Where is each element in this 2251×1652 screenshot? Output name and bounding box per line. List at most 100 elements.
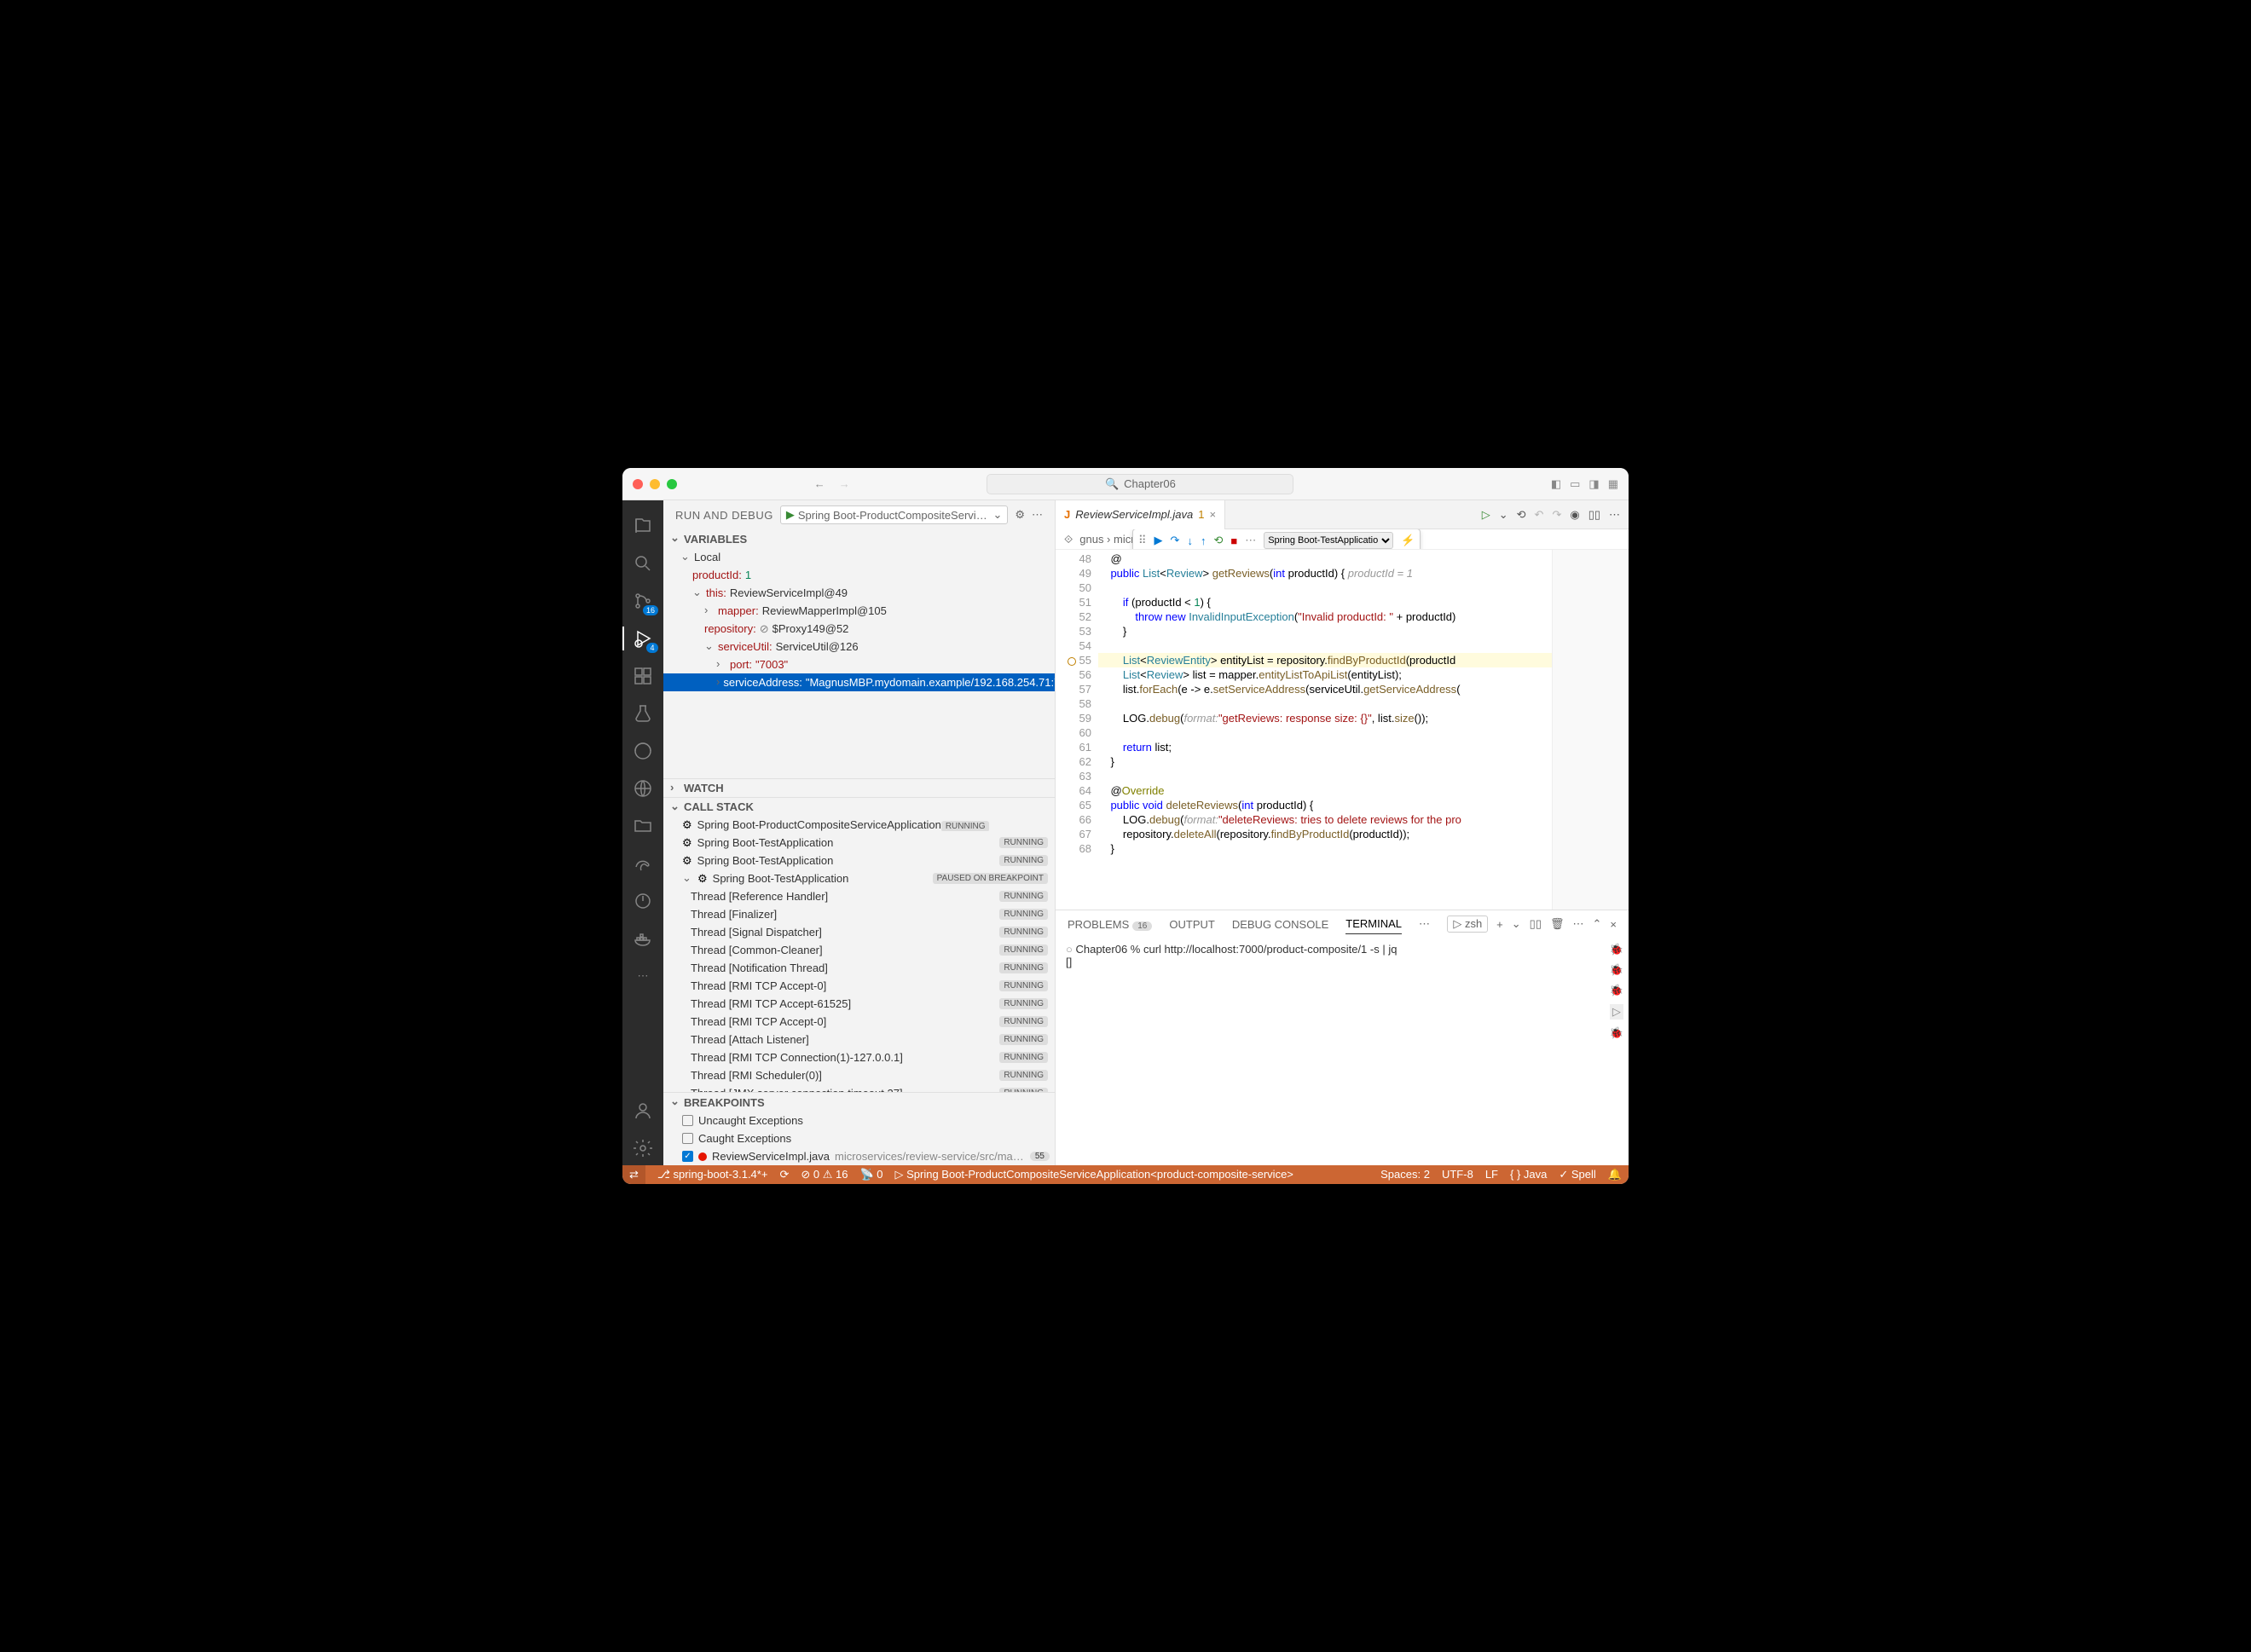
callstack-row[interactable]: Thread [JMX server connection timeout 27… — [663, 1084, 1055, 1092]
breakpoints-section-header[interactable]: ⌄BREAKPOINTS — [663, 1093, 1055, 1112]
var-this[interactable]: ⌄this: ReviewServiceImpl@49 — [663, 584, 1055, 602]
var-port[interactable]: ›port: "7003" — [663, 656, 1055, 673]
debug-alt-icon[interactable]: ⟲ — [1517, 508, 1526, 522]
spell-check[interactable]: ✓ Spell — [1559, 1168, 1595, 1181]
more-icon[interactable]: ⋯ — [1573, 917, 1584, 931]
minimize-window[interactable] — [650, 479, 660, 489]
encoding-indicator[interactable]: UTF-8 — [1442, 1168, 1473, 1181]
nav-forward[interactable]: → — [834, 475, 855, 493]
folder-tab[interactable] — [622, 809, 663, 843]
terminal-profile[interactable]: ▷ zsh — [1447, 916, 1488, 933]
debug-status[interactable]: ▷ Spring Boot-ProductCompositeServiceApp… — [895, 1168, 1293, 1181]
layout-panel-icon[interactable]: ▭ — [1570, 477, 1580, 491]
watch-section-header[interactable]: ›WATCH — [663, 778, 1055, 797]
run-debug-tab[interactable]: 4 — [622, 621, 663, 656]
settings-gear-icon[interactable] — [622, 1131, 663, 1165]
callstack-row[interactable]: Thread [Finalizer]RUNNING — [663, 905, 1055, 923]
git-branch[interactable]: ⎇ spring-boot-3.1.4*+ — [657, 1168, 768, 1181]
tab-terminal[interactable]: TERMINAL — [1345, 914, 1402, 934]
nav-back[interactable]: ← — [809, 475, 830, 493]
restart-icon[interactable]: ⟲ — [1213, 534, 1223, 547]
close-tab-icon[interactable]: × — [1209, 508, 1216, 521]
java-icon[interactable]: ◉ — [1570, 508, 1579, 522]
more-icon[interactable]: ⋯ — [1419, 917, 1430, 931]
checkbox-off[interactable] — [682, 1115, 693, 1126]
go-forward-icon[interactable]: ↷ — [1552, 508, 1561, 522]
bp-caught[interactable]: Caught Exceptions — [663, 1129, 1055, 1147]
callstack-row[interactable]: Thread [RMI TCP Connection(1)-127.0.0.1]… — [663, 1048, 1055, 1066]
start-debug-icon[interactable]: ▶ — [786, 508, 795, 522]
callstack-row[interactable]: Thread [RMI TCP Accept-0]RUNNING — [663, 977, 1055, 995]
kill-terminal-icon[interactable]: 🗑 — [1550, 917, 1565, 931]
var-productId[interactable]: productId: 1 — [663, 566, 1055, 584]
var-serviceAddress[interactable]: ›serviceAddress: "MagnusMBP.mydomain.exa… — [663, 673, 1055, 691]
tab-debug-console[interactable]: DEBUG CONSOLE — [1232, 915, 1328, 934]
accounts-icon[interactable] — [622, 1094, 663, 1128]
callstack-row[interactable]: Thread [Common-Cleaner]RUNNING — [663, 941, 1055, 959]
callstack-row[interactable]: ⚙ Spring Boot-ProductCompositeServiceApp… — [663, 816, 1055, 834]
close-window[interactable] — [633, 479, 643, 489]
source-control-tab[interactable]: 16 — [622, 584, 663, 618]
power-icon[interactable] — [622, 884, 663, 918]
breadcrumb[interactable]: ⟐ gnus › microse ⠿ ▶ ↷ ↓ ↑ ⟲ ■ ⋯ Spring … — [1056, 529, 1629, 550]
launch-config-dropdown[interactable]: ▶ Spring Boot-ProductCompositeServiceApp… — [780, 505, 1008, 524]
terminal-content[interactable]: ○ Chapter06 % curl http://localhost:7000… — [1056, 938, 1629, 1165]
extensions-tab[interactable] — [622, 659, 663, 693]
split-editor-icon[interactable]: ▯▯ — [1588, 508, 1600, 522]
eol-indicator[interactable]: LF — [1485, 1168, 1498, 1181]
code-content[interactable]: @ public List<Review> getReviews(int pro… — [1098, 550, 1552, 910]
go-back-icon[interactable]: ↶ — [1535, 508, 1544, 522]
spaces-indicator[interactable]: Spaces: 2 — [1380, 1168, 1430, 1181]
bug1-icon[interactable]: 🐞 — [1610, 943, 1623, 956]
maximize-panel-icon[interactable]: ⌃ — [1593, 917, 1602, 931]
lightning-icon[interactable]: ⚡ — [1401, 534, 1415, 547]
search-tab[interactable] — [622, 546, 663, 581]
var-serviceUtil[interactable]: ⌄serviceUtil: ServiceUtil@126 — [663, 638, 1055, 656]
bp-uncaught[interactable]: Uncaught Exceptions — [663, 1112, 1055, 1129]
callstack-row[interactable]: Thread [RMI Scheduler(0)]RUNNING — [663, 1066, 1055, 1084]
more-icon[interactable]: ⋯ — [1032, 508, 1043, 522]
maximize-window[interactable] — [667, 479, 677, 489]
language-mode[interactable]: { } Java — [1510, 1168, 1547, 1181]
chevron-down-icon[interactable]: ⌄ — [1512, 917, 1521, 931]
continue-icon[interactable]: ▶ — [1154, 534, 1163, 547]
bp-file[interactable]: ✓ReviewServiceImpl.java microservices/re… — [663, 1147, 1055, 1165]
callstack-row[interactable]: ⚙ Spring Boot-TestApplicationRUNNING — [663, 834, 1055, 852]
run-icon[interactable]: ▷ — [1482, 508, 1490, 522]
more-icon[interactable]: ⋯ — [622, 959, 663, 993]
explorer-tab[interactable] — [622, 509, 663, 543]
docker-tab[interactable] — [622, 921, 663, 956]
more-actions-icon[interactable]: ⋯ — [1609, 508, 1620, 522]
bug2-icon[interactable]: 🐞 — [1610, 963, 1623, 977]
layout-sidebar-left-icon[interactable]: ◧ — [1551, 477, 1561, 491]
callstack-row[interactable]: Thread [Notification Thread]RUNNING — [663, 959, 1055, 977]
remote-indicator[interactable]: ⇄ — [622, 1165, 645, 1184]
close-panel-icon[interactable]: × — [1610, 918, 1617, 931]
callstack-row[interactable]: Thread [Attach Listener]RUNNING — [663, 1031, 1055, 1048]
layout-customize-icon[interactable]: ▦ — [1608, 477, 1618, 491]
step-over-icon[interactable]: ↷ — [1171, 534, 1180, 547]
bug4-icon[interactable]: 🐞 — [1610, 1026, 1623, 1040]
split-terminal-icon[interactable]: ▯▯ — [1530, 917, 1542, 931]
tab-output[interactable]: OUTPUT — [1169, 915, 1214, 934]
gradle-tab[interactable] — [622, 846, 663, 881]
testing-tab[interactable] — [622, 696, 663, 731]
ports-status[interactable]: 📡 0 — [859, 1168, 882, 1181]
sync-icon[interactable]: ⟳ — [779, 1168, 789, 1181]
hot-reload-icon[interactable]: ⋯ — [1245, 534, 1256, 547]
variables-section-header[interactable]: ⌄VARIABLES — [663, 529, 1055, 548]
terminal-active-icon[interactable]: ▷ — [1610, 1004, 1623, 1020]
checkbox-on[interactable]: ✓ — [682, 1151, 693, 1162]
new-terminal-icon[interactable]: + — [1496, 918, 1503, 931]
checkbox-off[interactable] — [682, 1133, 693, 1144]
split-down-icon[interactable]: ⌄ — [1499, 508, 1508, 522]
minimap[interactable] — [1552, 550, 1629, 910]
scope-local[interactable]: ⌄Local — [663, 548, 1055, 566]
var-repository[interactable]: repository: ⊘ $Proxy149@52 — [663, 620, 1055, 638]
remote-tab[interactable] — [622, 771, 663, 806]
callstack-row[interactable]: ⚙ Spring Boot-TestApplicationRUNNING — [663, 852, 1055, 869]
command-center[interactable]: 🔍 Chapter06 — [987, 474, 1293, 494]
callstack-section-header[interactable]: ⌄CALL STACK — [663, 797, 1055, 816]
callstack-row[interactable]: Thread [RMI TCP Accept-61525]RUNNING — [663, 995, 1055, 1013]
tab-problems[interactable]: PROBLEMS16 — [1068, 915, 1152, 934]
